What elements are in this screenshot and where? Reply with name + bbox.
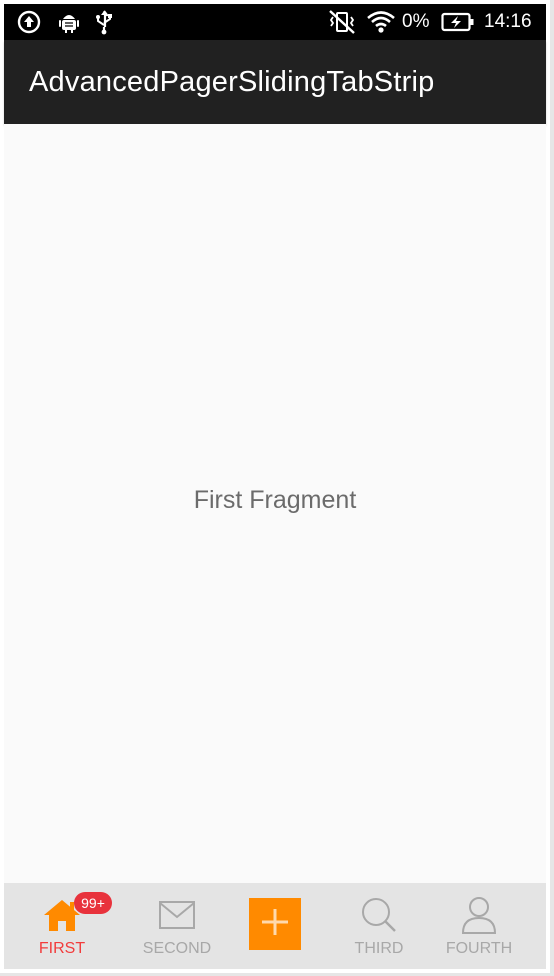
app-title: AdvancedPagerSlidingTabStrip (29, 65, 435, 98)
tab-first-label: FIRST (38, 940, 86, 957)
battery-charging-icon (440, 4, 476, 40)
tab-second[interactable]: SECOND (123, 883, 231, 969)
tab-first[interactable]: 99+ FIRST (8, 883, 116, 969)
app-bar: AdvancedPagerSlidingTabStrip (4, 40, 546, 124)
screen: 0% 14:16 AdvancedPagerSlidingTabStrip Fi… (0, 0, 554, 976)
search-icon (359, 895, 399, 935)
fragment-content[interactable]: First Fragment (4, 124, 546, 883)
tab-fourth[interactable]: FOURTH (425, 883, 533, 969)
plus-icon (260, 907, 290, 942)
person-icon (459, 895, 499, 935)
status-bar: 0% 14:16 (4, 4, 546, 40)
tab-third[interactable]: THIRD (325, 883, 433, 969)
clock: 14:16 (484, 11, 532, 32)
upload-icon (16, 4, 42, 40)
fragment-text: First Fragment (193, 486, 357, 514)
mail-icon (157, 895, 197, 935)
android-debug-icon (56, 4, 82, 40)
wifi-icon (365, 4, 397, 40)
notification-badge: 99+ (74, 892, 112, 914)
vibrate-off-icon (326, 4, 358, 40)
tab-strip: 99+ FIRST SECOND THIRD FOURTH (4, 883, 546, 969)
tab-second-label: SECOND (142, 940, 212, 957)
add-button[interactable] (249, 898, 301, 950)
tab-third-label: THIRD (354, 940, 404, 957)
tab-fourth-label: FOURTH (445, 940, 513, 957)
battery-percent: 0% (402, 11, 430, 32)
usb-icon (92, 4, 116, 40)
